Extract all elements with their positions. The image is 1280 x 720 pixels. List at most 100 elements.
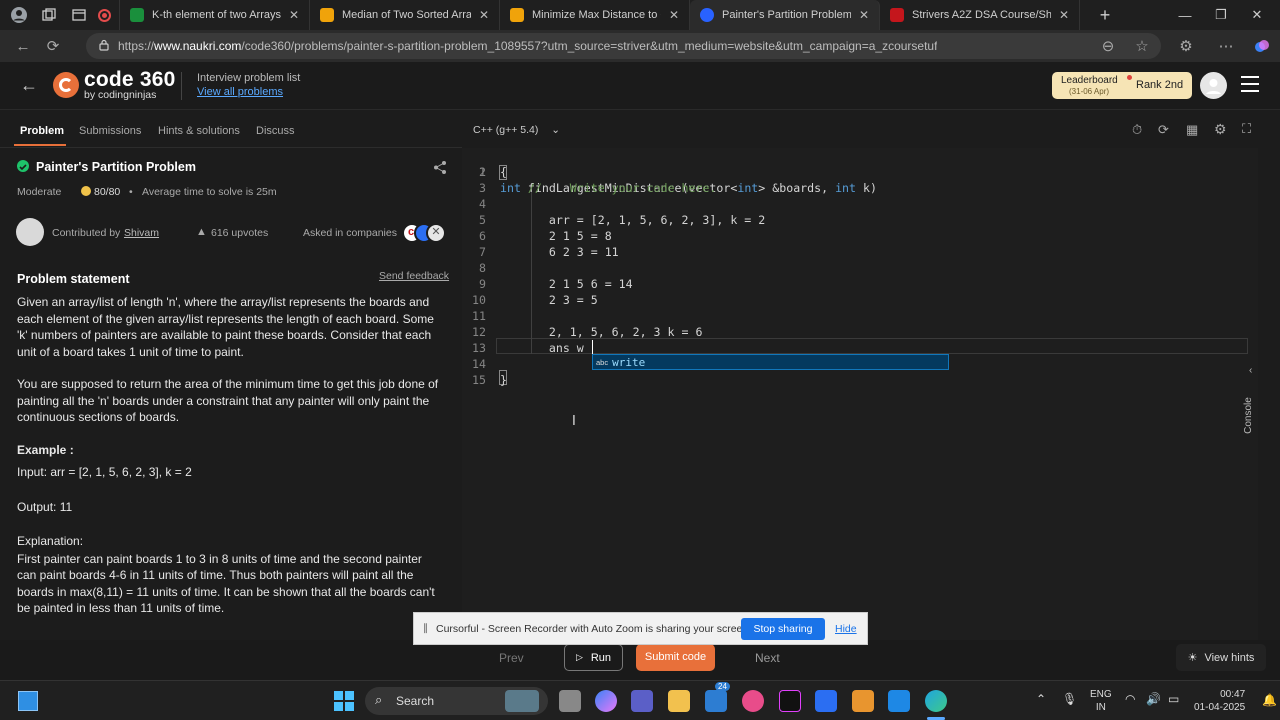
text-cursor <box>592 340 593 355</box>
language-select[interactable]: C++ (g++ 5.4) ⌄ <box>473 124 560 136</box>
more-menu-icon[interactable]: ⋯ <box>1211 32 1241 60</box>
company-logo-icon[interactable]: ✕ <box>426 223 446 243</box>
autocomplete-item[interactable]: write <box>612 356 645 369</box>
tuf-red-favicon-icon <box>890 8 904 22</box>
line-number: 15 <box>472 373 486 387</box>
notification-dot <box>1127 75 1132 80</box>
tabs-divider <box>0 147 462 148</box>
workspaces-icon[interactable] <box>38 4 60 26</box>
share-icon[interactable] <box>433 160 448 180</box>
code-area[interactable]: 1 int findLargestMinDistance(vector<int>… <box>462 148 1248 640</box>
mail-icon[interactable]: 24 <box>705 682 730 712</box>
autocomplete-popup[interactable]: abc write <box>592 354 949 370</box>
taskbar-search-box[interactable]: ⌕ Search <box>365 687 548 715</box>
start-windows-icon[interactable] <box>334 691 354 711</box>
reader-icon[interactable]: ⊖ <box>1093 32 1123 60</box>
site-info-icon[interactable] <box>98 39 110 54</box>
send-feedback-link[interactable]: Send feedback <box>379 270 449 282</box>
statement-body: Given an array/list of length 'n', where… <box>17 294 442 617</box>
url-prefix: https:// <box>118 39 155 53</box>
app-header: ← code 360 by codingninjas Interview pro… <box>0 62 1280 110</box>
file-explorer-icon[interactable] <box>668 690 690 712</box>
drag-handle-icon[interactable]: ∥ <box>423 623 428 634</box>
microphone-icon[interactable]: 🎙 <box>1062 692 1077 706</box>
widgets-icon[interactable] <box>18 691 38 711</box>
favorite-star-icon[interactable]: ☆ <box>1127 32 1157 60</box>
screen-share-notification: ∥ Cursorful - Screen Recorder with Auto … <box>413 612 868 645</box>
close-tab-icon[interactable]: ✕ <box>669 8 679 22</box>
code-text: 2, 1, 5, 6, 2, 3 k = 6 <box>500 325 703 339</box>
notifications-bell-icon[interactable]: 🔔 <box>1262 693 1277 707</box>
upvote-icon[interactable]: ▲ <box>196 226 207 238</box>
fullscreen-icon[interactable]: ⛶ <box>1242 121 1251 137</box>
back-icon[interactable]: ← <box>8 32 38 60</box>
code-text: 2 1 5 = 8 <box>500 229 612 243</box>
language-indicator[interactable]: ENG IN <box>1090 688 1112 714</box>
battery-icon[interactable]: ▭ <box>1168 692 1179 706</box>
tab-median-sorted-arrays[interactable]: Median of Two Sorted Arrays - ✕ <box>310 0 500 30</box>
teams-icon[interactable] <box>631 690 653 712</box>
vs-icon[interactable] <box>815 690 837 712</box>
close-tab-icon[interactable]: ✕ <box>1059 8 1069 22</box>
close-tab-icon[interactable]: ✕ <box>289 8 299 22</box>
tab-minimize-max-distance[interactable]: Minimize Max Distance to Gas ✕ <box>500 0 690 30</box>
contributed-by-label: Contributed by <box>52 227 121 239</box>
extensions-icon[interactable]: ⚙ <box>1171 32 1201 60</box>
next-button[interactable]: Next <box>755 651 780 665</box>
submit-code-button[interactable]: Submit code <box>636 644 715 671</box>
back-arrow-icon[interactable]: ← <box>20 75 38 96</box>
lang-code: ENG <box>1090 689 1112 700</box>
close-tab-icon[interactable]: ✕ <box>479 8 489 22</box>
volume-icon[interactable]: 🔊 <box>1146 692 1161 706</box>
code360-logo-icon[interactable] <box>53 72 79 98</box>
console-toggle[interactable]: ‹ Console <box>1243 350 1258 450</box>
prev-button[interactable]: Prev <box>499 651 524 665</box>
recording-tab[interactable] <box>90 0 120 30</box>
copilot-taskbar-icon[interactable] <box>595 690 617 712</box>
leaderboard-label: Leaderboard <box>1061 75 1118 86</box>
close-tab-icon[interactable]: ✕ <box>859 8 869 22</box>
contributor-link[interactable]: Shivam <box>124 227 159 239</box>
tab-painters-partition[interactable]: Painter's Partition Problem - Na ✕ <box>690 0 880 30</box>
edge-browser-icon[interactable] <box>925 690 947 712</box>
profile-icon[interactable] <box>8 4 30 26</box>
logo-subtext: by codingninjas <box>84 89 157 101</box>
tab-actions-icon[interactable] <box>68 4 90 26</box>
tab-title: Strivers A2Z DSA Course/Sheet <box>912 9 1051 21</box>
statement-paragraph: You are supposed to return the area of t… <box>17 377 439 424</box>
tray-chevron-icon[interactable]: ⌃ <box>1036 692 1046 706</box>
line-number: 11 <box>472 309 486 323</box>
view-hints-button[interactable]: ☀ View hints <box>1176 644 1266 671</box>
layout-icon[interactable]: ▦ <box>1186 122 1198 138</box>
timer-icon[interactable]: ⏱ <box>1132 122 1142 138</box>
store-icon[interactable] <box>742 690 764 712</box>
sublime-icon[interactable] <box>852 690 874 712</box>
tab-problem[interactable]: Problem <box>20 125 64 137</box>
tab-kth-element[interactable]: K-th element of two Arrays | Pr ✕ <box>120 0 310 30</box>
tab-discuss[interactable]: Discuss <box>256 125 295 137</box>
copilot-icon[interactable] <box>1247 32 1277 60</box>
url-input[interactable]: https://www.naukri.com/code360/problems/… <box>86 33 1161 59</box>
intellij-icon[interactable] <box>779 690 801 712</box>
settings-gear-icon[interactable]: ⚙ <box>1214 121 1227 138</box>
avatar[interactable] <box>1200 72 1227 99</box>
task-view-icon[interactable] <box>559 690 581 712</box>
hamburger-menu-icon[interactable] <box>1241 76 1259 92</box>
reload-icon[interactable]: ⟳ <box>38 32 68 60</box>
tab-strivers-a2z[interactable]: Strivers A2Z DSA Course/Sheet ✕ <box>880 0 1080 30</box>
vscode-icon[interactable] <box>888 690 910 712</box>
wifi-icon[interactable]: ◠ <box>1125 692 1135 706</box>
stop-sharing-button[interactable]: Stop sharing <box>741 618 825 640</box>
view-all-problems-link[interactable]: View all problems <box>197 86 283 98</box>
nav-title: Interview problem list <box>197 72 301 84</box>
tab-hints-solutions[interactable]: Hints & solutions <box>158 125 240 137</box>
run-button[interactable]: ▷ Run <box>564 644 623 671</box>
new-tab-icon[interactable]: + <box>1094 4 1116 26</box>
close-window-icon[interactable]: ✕ <box>1234 0 1280 30</box>
hide-link[interactable]: Hide <box>835 623 857 635</box>
reset-code-icon[interactable]: ⟳ <box>1158 122 1169 138</box>
tab-submissions[interactable]: Submissions <box>79 125 141 137</box>
leaderboard-button[interactable]: Leaderboard (31-06 Apr) Rank 2nd <box>1052 72 1192 99</box>
code-text: { <box>500 165 507 179</box>
clock[interactable]: 00:47 01-04-2025 <box>1194 688 1245 714</box>
